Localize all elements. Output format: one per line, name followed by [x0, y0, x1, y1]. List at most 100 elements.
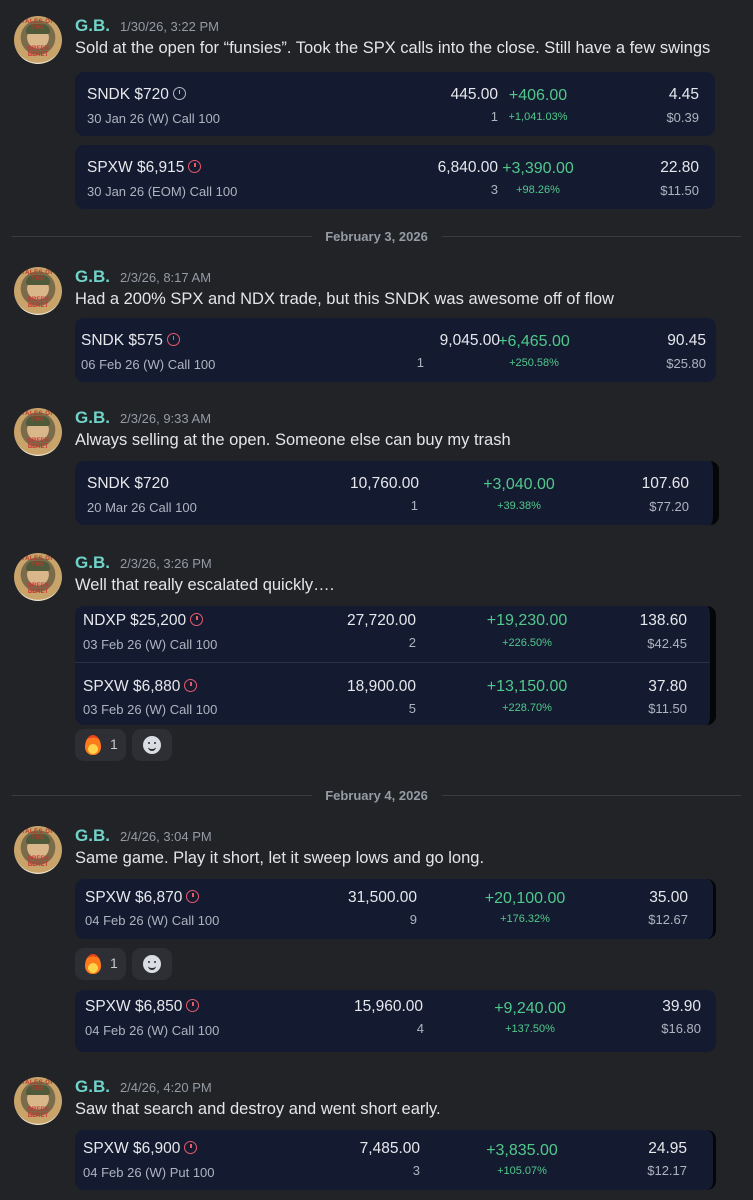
- last-price: 138.60: [639, 612, 687, 629]
- timer-icon: [172, 87, 186, 100]
- trade-card[interactable]: SPXW $6,900 04 Feb 26 (W) Put 100 7,485.…: [75, 1130, 716, 1190]
- cost-basis: $12.17: [647, 1163, 687, 1178]
- last-price: 107.60: [641, 475, 689, 492]
- cost-basis: $42.45: [647, 636, 687, 651]
- add-reaction-button[interactable]: [132, 729, 172, 761]
- trade-symbol: SNDK $575: [81, 332, 180, 350]
- profit-loss: +20,100.00: [484, 890, 566, 907]
- cost-basis: $11.50: [660, 183, 699, 198]
- trade-value: 15,960.00: [354, 998, 423, 1015]
- message-text: Always selling at the open. Someone else…: [75, 431, 511, 449]
- message-timestamp[interactable]: 2/3/26, 8:17 AM: [120, 270, 211, 285]
- trade-row: NDXP $25,200 03 Feb 26 (W) Call 100 27,7…: [75, 606, 710, 662]
- trade-row: SPXW $6,880 03 Feb 26 (W) Call 100 18,90…: [75, 662, 710, 725]
- profit-loss-percent: +39.38%: [497, 500, 541, 512]
- trade-quantity: 1: [416, 355, 424, 370]
- trade-value: 10,760.00: [350, 475, 419, 492]
- avatar-lettering: GREEN BERET: [27, 856, 49, 868]
- profit-loss: +3,390.00: [502, 160, 574, 177]
- trade-quantity: 3: [412, 1163, 420, 1178]
- cost-basis: $11.50: [648, 701, 687, 716]
- avatar-lettering: TALES OF THE: [21, 411, 55, 423]
- trade-quantity: 9: [409, 912, 417, 927]
- timer-icon: [184, 679, 198, 692]
- last-price: 4.45: [668, 86, 699, 103]
- reaction-count: 1: [110, 955, 118, 971]
- trade-row: SPXW $6,900 04 Feb 26 (W) Put 100 7,485.…: [75, 1130, 713, 1190]
- message-timestamp[interactable]: 2/3/26, 9:33 AM: [120, 411, 211, 426]
- trade-row: SNDK $720 20 Mar 26 Call 100 10,760.00 1…: [75, 461, 713, 525]
- last-price: 24.95: [648, 1140, 687, 1157]
- profit-loss-percent: +228.70%: [502, 702, 552, 714]
- trade-symbol: SPXW $6,880: [83, 678, 198, 696]
- trade-value: 18,900.00: [347, 678, 416, 695]
- avatar-lettering: TALES OF THE: [21, 1080, 55, 1092]
- last-price: 39.90: [662, 998, 701, 1015]
- cost-basis: $12.67: [648, 912, 688, 927]
- author-name[interactable]: G.B.: [75, 267, 110, 286]
- trade-card[interactable]: SNDK $720 30 Jan 26 (W) Call 100 445.00 …: [75, 72, 715, 136]
- cost-basis: $0.39: [666, 110, 699, 125]
- trade-value: 7,485.00: [359, 1140, 420, 1157]
- smiley-icon: [143, 955, 161, 973]
- add-reaction-button[interactable]: [132, 948, 172, 980]
- timer-icon: [166, 333, 180, 346]
- avatar-lettering: GREEN BERET: [27, 297, 49, 309]
- trade-card[interactable]: SPXW $6,850 04 Feb 26 (W) Call 100 15,96…: [75, 990, 716, 1052]
- trade-card[interactable]: SPXW $6,870 04 Feb 26 (W) Call 100 31,50…: [75, 879, 716, 939]
- message-text: Sold at the open for “funsies”. Took the…: [75, 39, 711, 57]
- last-price: 35.00: [649, 889, 688, 906]
- cost-basis: $16.80: [661, 1021, 701, 1036]
- trade-card[interactable]: NDXP $25,200 03 Feb 26 (W) Call 100 27,7…: [75, 606, 716, 725]
- fire-icon: [85, 954, 101, 974]
- author-name[interactable]: G.B.: [75, 826, 110, 845]
- trade-card[interactable]: SPXW $6,915 30 Jan 26 (EOM) Call 100 6,8…: [75, 145, 715, 209]
- trade-value: 27,720.00: [347, 612, 416, 629]
- profit-loss-percent: +250.58%: [509, 357, 559, 369]
- reaction-count: 1: [110, 736, 118, 752]
- message-timestamp[interactable]: 1/30/26, 3:22 PM: [120, 19, 219, 34]
- fire-icon: [85, 735, 101, 755]
- user-avatar[interactable]: TALES OF THE GREEN BERET: [14, 267, 62, 315]
- fire-reaction[interactable]: 1: [75, 948, 126, 980]
- avatar-lettering: GREEN BERET: [27, 46, 49, 58]
- user-avatar[interactable]: TALES OF THE GREEN BERET: [14, 1077, 62, 1125]
- trade-description: 03 Feb 26 (W) Call 100: [83, 702, 218, 717]
- avatar-lettering: GREEN BERET: [27, 438, 49, 450]
- timer-icon: [188, 160, 202, 173]
- profit-loss-percent: +1,041.03%: [508, 111, 568, 123]
- author-name[interactable]: G.B.: [75, 408, 110, 427]
- author-name[interactable]: G.B.: [75, 1077, 110, 1096]
- date-divider: February 3, 2026: [12, 229, 741, 244]
- message-text: Well that really escalated quickly….: [75, 576, 335, 594]
- user-avatar[interactable]: TALES OF THE GREEN BERET: [14, 553, 62, 601]
- profit-loss: +3,040.00: [483, 476, 555, 493]
- fire-reaction[interactable]: 1: [75, 729, 126, 761]
- smiley-icon: [143, 736, 161, 754]
- author-name[interactable]: G.B.: [75, 16, 110, 35]
- profit-loss: +6,465.00: [498, 333, 570, 350]
- trade-symbol: SPXW $6,915: [87, 159, 202, 177]
- trade-symbol: SPXW $6,870: [85, 889, 200, 907]
- trade-description: 04 Feb 26 (W) Call 100: [85, 1023, 220, 1038]
- user-avatar[interactable]: TALES OF THE GREEN BERET: [14, 826, 62, 874]
- date-divider-label: February 3, 2026: [311, 229, 442, 244]
- message-timestamp[interactable]: 2/3/26, 3:26 PM: [120, 556, 212, 571]
- trade-card[interactable]: SNDK $720 20 Mar 26 Call 100 10,760.00 1…: [75, 461, 719, 525]
- user-avatar[interactable]: TALES OF THE GREEN BERET: [14, 16, 62, 64]
- trade-quantity: 1: [410, 498, 418, 513]
- message-text: Saw that search and destroy and went sho…: [75, 1100, 441, 1118]
- message-timestamp[interactable]: 2/4/26, 3:04 PM: [120, 829, 212, 844]
- author-name[interactable]: G.B.: [75, 553, 110, 572]
- last-price: 22.80: [660, 159, 699, 176]
- user-avatar[interactable]: TALES OF THE GREEN BERET: [14, 408, 62, 456]
- profit-loss: +3,835.00: [486, 1142, 558, 1159]
- trade-row: SNDK $575 06 Feb 26 (W) Call 100 9,045.0…: [75, 318, 716, 382]
- profit-loss: +406.00: [508, 87, 568, 104]
- trade-symbol: SPXW $6,850: [85, 998, 200, 1016]
- trade-card[interactable]: SNDK $575 06 Feb 26 (W) Call 100 9,045.0…: [75, 318, 716, 382]
- message-timestamp[interactable]: 2/4/26, 4:20 PM: [120, 1080, 212, 1095]
- profit-loss-percent: +105.07%: [497, 1165, 547, 1177]
- timer-icon: [186, 999, 200, 1012]
- cost-basis: $25.80: [666, 356, 706, 371]
